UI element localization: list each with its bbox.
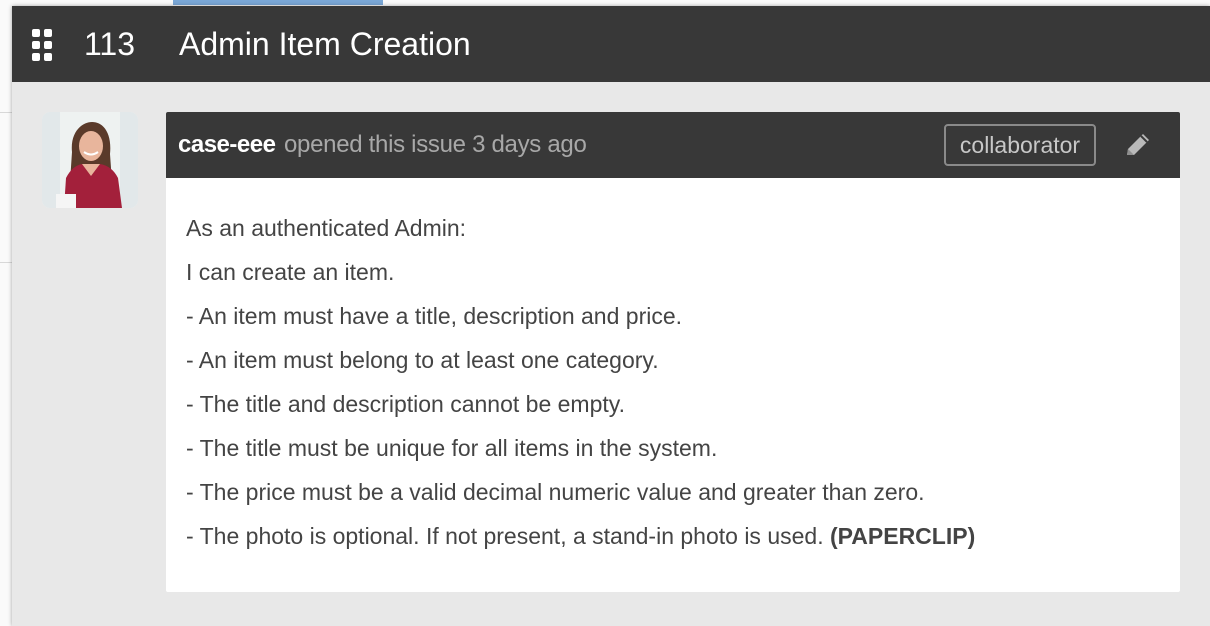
comment-line: - An item must have a title, description…	[186, 303, 683, 329]
comment-header: case-eee opened this issue 3 days ago co…	[166, 112, 1180, 178]
issue-title: Admin Item Creation	[179, 26, 471, 62]
grid-icon[interactable]	[32, 29, 54, 61]
avatar[interactable]	[42, 112, 138, 208]
comment-line: - The title must be unique for all items…	[186, 435, 718, 461]
issue-comment: case-eee opened this issue 3 days ago co…	[166, 112, 1180, 592]
issue-modal: 113 Admin Item Creation case-eee opened …	[12, 6, 1210, 626]
comment-meta: opened this issue 3 days ago	[284, 131, 587, 158]
modal-header: 113 Admin Item Creation	[12, 6, 1210, 82]
collaborator-badge: collaborator	[944, 124, 1096, 166]
comment-line: - An item must belong to at least one ca…	[186, 347, 659, 373]
comment-line-last: - The photo is optional. If not present,…	[186, 514, 1166, 558]
comment-line: As an authenticated Admin:	[186, 215, 467, 241]
comment-line: I can create an item.	[186, 259, 395, 285]
comment-line: - The title and description cannot be em…	[186, 391, 625, 417]
avatar-photo	[42, 112, 138, 208]
background-tab-indicator	[173, 0, 383, 5]
comment-line-text: - The photo is optional. If not present,…	[186, 523, 824, 549]
comment-line-bold: (PAPERCLIP)	[829, 523, 976, 549]
issue-number: 113	[84, 26, 136, 62]
comment-author[interactable]: case-eee	[178, 131, 276, 159]
comment-body: As an authenticated Admin: I can create …	[186, 206, 1166, 558]
comment-line: - The price must be a valid decimal nume…	[186, 479, 925, 505]
pencil-icon[interactable]	[1121, 130, 1155, 162]
